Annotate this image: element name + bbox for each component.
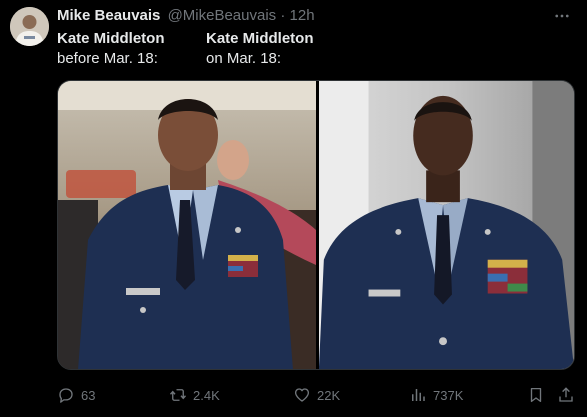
bookmark-button[interactable]: [527, 383, 545, 407]
text-right-line2: on Mar. 18:: [206, 50, 282, 67]
media-grid: [57, 80, 575, 370]
more-options-button[interactable]: [549, 6, 575, 26]
user-handle[interactable]: @MikeBeauvais: [168, 7, 277, 24]
tweet-header: Mike Beauvais @MikeBeauvais · 12h: [57, 7, 315, 25]
tweet[interactable]: Mike Beauvais @MikeBeauvais · 12h Kate M…: [0, 0, 587, 417]
retweet-button[interactable]: 2.4K: [169, 383, 220, 407]
reply-icon: [59, 388, 73, 403]
views-count: 737K: [433, 387, 464, 403]
action-bar: 63 2.4K 22K 737K: [57, 383, 577, 407]
text-left-line1: Kate Middleton: [57, 30, 165, 47]
like-count: 22K: [317, 387, 341, 403]
views-icon: [412, 389, 425, 401]
heart-icon: [294, 388, 310, 402]
views-button[interactable]: 737K: [409, 383, 463, 407]
reply-count: 63: [81, 387, 96, 403]
photo-left[interactable]: [58, 81, 316, 369]
timestamp[interactable]: 12h: [290, 7, 315, 24]
bookmark-icon: [530, 387, 542, 403]
share-icon: [559, 387, 573, 402]
display-name[interactable]: Mike Beauvais: [57, 7, 160, 24]
retweet-icon: [169, 389, 187, 401]
avatar[interactable]: [10, 7, 49, 46]
text-left-line2: before Mar. 18:: [57, 50, 158, 67]
reply-button[interactable]: 63: [57, 383, 95, 407]
share-button[interactable]: [557, 383, 575, 407]
retweet-count: 2.4K: [193, 387, 220, 403]
like-button[interactable]: 22K: [293, 383, 340, 407]
tweet-text-right: Kate Middleton on Mar. 18:: [206, 29, 314, 69]
tweet-text-left: Kate Middleton before Mar. 18:: [57, 29, 165, 69]
more-dots-icon: [555, 14, 569, 18]
photo-right[interactable]: [319, 81, 574, 369]
text-right-line1: Kate Middleton: [206, 30, 314, 47]
separator: ·: [280, 7, 286, 24]
